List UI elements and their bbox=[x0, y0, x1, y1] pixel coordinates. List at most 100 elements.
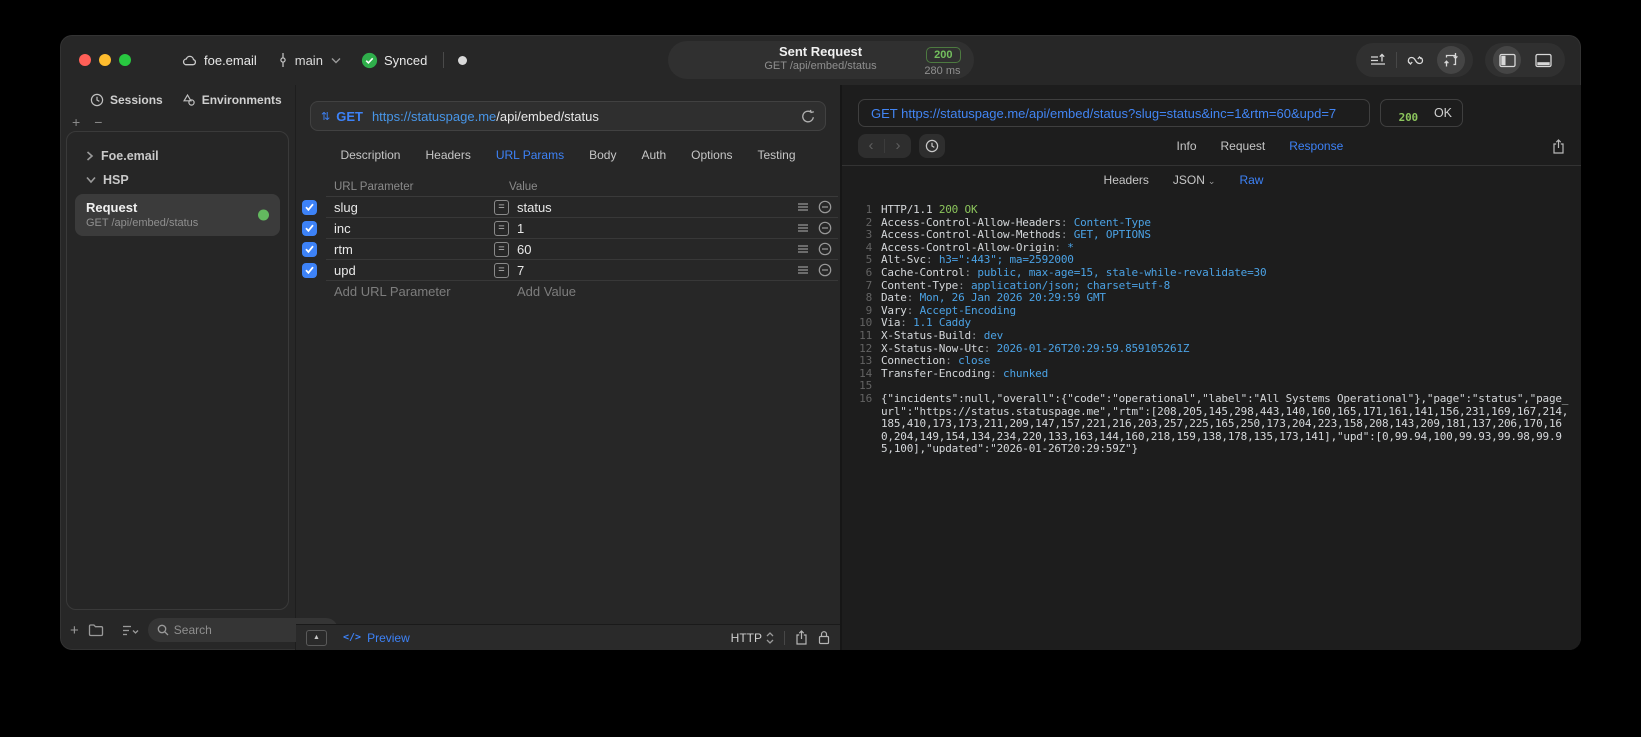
protocol-selector[interactable]: HTTP bbox=[731, 631, 774, 645]
tab-options[interactable]: Options bbox=[691, 148, 732, 162]
url-param-row: slug = status bbox=[302, 197, 838, 218]
history-nav: ‹ › bbox=[858, 134, 911, 158]
add-param-name-placeholder[interactable]: Add URL Parameter bbox=[334, 284, 451, 299]
param-name[interactable]: rtm bbox=[334, 242, 353, 257]
lock-icon bbox=[818, 631, 830, 645]
tab-environments[interactable]: Environments bbox=[181, 93, 282, 107]
param-value[interactable]: 60 bbox=[517, 242, 531, 257]
cloud-icon bbox=[181, 53, 198, 67]
branch-selector[interactable]: main bbox=[277, 52, 341, 68]
drag-handle-icon[interactable] bbox=[797, 202, 809, 212]
tab-headers[interactable]: Headers bbox=[425, 148, 470, 162]
tab-sessions[interactable]: Sessions bbox=[90, 93, 163, 107]
param-enabled-checkbox[interactable] bbox=[302, 199, 317, 215]
project-selector[interactable]: foe.email bbox=[181, 53, 257, 68]
response-raw-view[interactable]: 1 HTTP/1.1 200 OK 2 Access-Control-Allow… bbox=[842, 194, 1581, 650]
request-actions-group bbox=[1356, 43, 1473, 77]
tab-description[interactable]: Description bbox=[340, 148, 400, 162]
remove-param-icon[interactable] bbox=[818, 200, 832, 214]
sync-status[interactable]: Synced bbox=[361, 52, 427, 69]
loop-arrows-icon bbox=[1407, 55, 1423, 65]
drag-handle-icon[interactable] bbox=[797, 223, 809, 233]
preview-button[interactable]: </> Preview bbox=[343, 631, 410, 645]
response-json-body: {"incidents":null,"overall":{"code":"ope… bbox=[881, 391, 1569, 456]
add-param-row[interactable]: Add URL Parameter Add Value bbox=[326, 281, 838, 302]
check-icon bbox=[305, 245, 314, 253]
tab-raw[interactable]: Raw bbox=[1239, 173, 1263, 187]
remove-session-button[interactable]: − bbox=[94, 115, 102, 131]
collapse-panel-button[interactable]: ▲ bbox=[306, 629, 327, 646]
remove-param-icon[interactable] bbox=[818, 263, 832, 277]
resend-request-button[interactable] bbox=[801, 109, 815, 124]
url-params-rows: slug = status inc = 1 rtm = 60 upd = 7 bbox=[296, 197, 840, 281]
tab-request[interactable]: Request bbox=[1221, 139, 1266, 153]
compare-button[interactable] bbox=[1397, 43, 1433, 77]
response-header-lines: 2 Access-Control-Allow-Headers: Content-… bbox=[850, 216, 1569, 381]
remove-param-icon[interactable] bbox=[818, 221, 832, 235]
session-controls: + − bbox=[60, 115, 295, 131]
layout-toggle-group bbox=[1485, 43, 1565, 77]
request-duration: 280 ms bbox=[924, 65, 961, 77]
param-name[interactable]: upd bbox=[334, 263, 356, 278]
request-list-item[interactable]: Request GET /api/embed/status bbox=[75, 194, 280, 236]
tab-testing[interactable]: Testing bbox=[758, 148, 796, 162]
method-selector[interactable]: GET bbox=[336, 109, 363, 124]
param-enabled-checkbox[interactable] bbox=[302, 241, 317, 257]
export-response-button[interactable] bbox=[1552, 138, 1565, 154]
tab-headers[interactable]: Headers bbox=[1104, 173, 1149, 187]
param-enabled-checkbox[interactable] bbox=[302, 262, 317, 278]
response-top-row: GET https://statuspage.me/api/embed/stat… bbox=[842, 85, 1581, 127]
new-folder-button[interactable] bbox=[88, 623, 104, 637]
add-session-button[interactable]: + bbox=[72, 115, 80, 131]
tree-group-foe-email[interactable]: Foe.email bbox=[72, 144, 283, 168]
sessions-label: Sessions bbox=[110, 93, 163, 107]
tab-url-params[interactable]: URL Params bbox=[496, 148, 564, 162]
tab-auth[interactable]: Auth bbox=[641, 148, 666, 162]
param-name[interactable]: inc bbox=[334, 221, 351, 236]
close-window-button[interactable] bbox=[79, 54, 91, 66]
tree-group-hsp[interactable]: HSP bbox=[72, 168, 283, 192]
add-request-button[interactable]: + bbox=[70, 623, 79, 638]
param-value[interactable]: status bbox=[517, 200, 552, 215]
sort-filter-button[interactable] bbox=[122, 624, 139, 637]
add-param-value-placeholder[interactable]: Add Value bbox=[517, 284, 576, 299]
url-bar[interactable]: ⇅ GET https://statuspage.me/api/embed/st… bbox=[310, 101, 826, 131]
param-enabled-checkbox[interactable] bbox=[302, 220, 317, 236]
app-window: foe.email main Synced Sent Request GET /… bbox=[60, 35, 1581, 650]
tab-body[interactable]: Body bbox=[589, 148, 616, 162]
history-back-button[interactable]: ‹ bbox=[858, 135, 884, 157]
history-forward-button[interactable]: › bbox=[885, 135, 911, 157]
column-url-parameter: URL Parameter bbox=[334, 180, 414, 193]
minimize-window-button[interactable] bbox=[99, 54, 111, 66]
tab-info[interactable]: Info bbox=[1177, 139, 1197, 153]
share-request-button[interactable] bbox=[795, 630, 808, 645]
toggle-sidebar-button[interactable] bbox=[1489, 43, 1525, 77]
drag-handle-icon[interactable] bbox=[797, 265, 809, 275]
history-button[interactable] bbox=[919, 134, 945, 158]
drag-handle-icon[interactable] bbox=[797, 244, 809, 254]
request-footer: ▲ </> Preview HTTP bbox=[296, 624, 840, 650]
line-number: 16 bbox=[859, 391, 872, 405]
group-label: Foe.email bbox=[101, 149, 159, 163]
zoom-window-button[interactable] bbox=[119, 54, 131, 66]
sent-request-line[interactable]: GET https://statuspage.me/api/embed/stat… bbox=[858, 99, 1370, 127]
send-receive-button[interactable] bbox=[1433, 43, 1469, 77]
branch-name: main bbox=[294, 52, 323, 68]
lock-button[interactable] bbox=[818, 630, 830, 645]
tab-json[interactable]: JSON ⌄ bbox=[1173, 173, 1216, 187]
param-value[interactable]: 7 bbox=[517, 263, 524, 278]
remove-param-icon[interactable] bbox=[818, 242, 832, 256]
tab-response[interactable]: Response bbox=[1289, 139, 1343, 153]
shapes-icon bbox=[182, 93, 195, 106]
request-status-pill[interactable]: Sent Request GET /api/embed/status 200 2… bbox=[667, 41, 974, 79]
method-updown-icon: ⇅ bbox=[321, 110, 331, 123]
request-url[interactable]: https://statuspage.me/api/embed/status bbox=[372, 109, 599, 124]
request-status-dot bbox=[258, 209, 269, 221]
folder-icon bbox=[88, 624, 103, 637]
param-value[interactable]: 1 bbox=[517, 221, 524, 236]
titlebar: foe.email main Synced Sent Request GET /… bbox=[60, 35, 1581, 85]
toggle-bottom-panel-button[interactable] bbox=[1525, 43, 1561, 77]
param-name[interactable]: slug bbox=[334, 200, 358, 215]
pill-status: 200 280 ms bbox=[924, 45, 961, 77]
request-list-button[interactable] bbox=[1360, 43, 1396, 77]
